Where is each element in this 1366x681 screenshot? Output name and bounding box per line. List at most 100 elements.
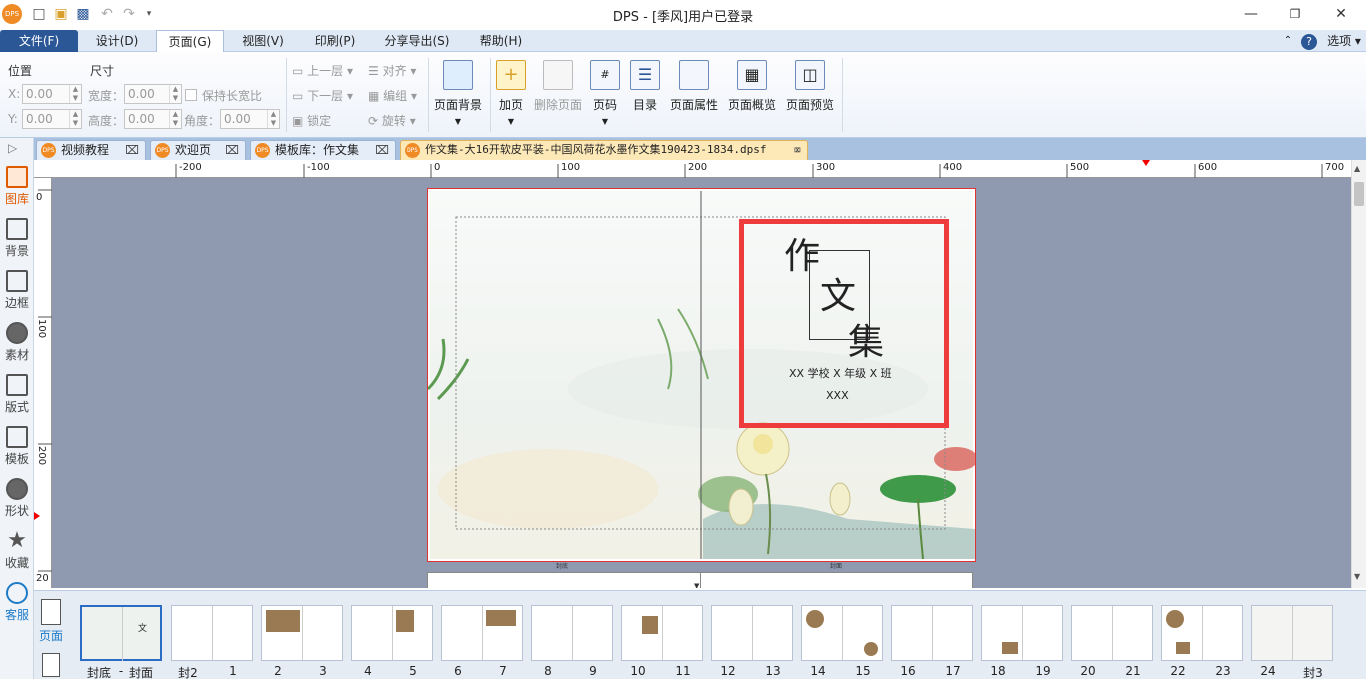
- thumbnail-page[interactable]: [621, 605, 703, 661]
- thumbnail-page[interactable]: [261, 605, 343, 661]
- toc-button[interactable]: ☰ 目录: [628, 60, 662, 113]
- page-properties-button[interactable]: 页面属性: [668, 60, 720, 113]
- thumbnail-page[interactable]: [441, 605, 523, 661]
- border-icon: [6, 270, 28, 292]
- ruler-label: 600: [1198, 162, 1218, 173]
- menu-page[interactable]: 页面(G): [156, 30, 224, 53]
- cover-spread[interactable]: 作 文 集 XX 学校 X 年级 X 班 XXX: [427, 188, 976, 562]
- sidebar-item-background[interactable]: 背景: [0, 218, 34, 259]
- width-input[interactable]: 0.00 ▲ ▼: [124, 84, 182, 104]
- thumbnail-page[interactable]: [351, 605, 433, 661]
- up-layer-button[interactable]: ▭ 上一层 ▾: [292, 62, 353, 79]
- page-preview-button[interactable]: ◫ 页面预览: [784, 60, 836, 113]
- angle-input[interactable]: 0.00 ▲ ▼: [220, 109, 280, 129]
- thumbnail-label: 封2: [178, 666, 198, 680]
- thumbnail-cover[interactable]: 文: [80, 605, 162, 661]
- delete-page-button[interactable]: 删除页面: [532, 60, 584, 113]
- width-spinner-icon[interactable]: ▲ ▼: [169, 85, 181, 103]
- tab-active-document[interactable]: DPS 作文集-大16开软皮平装-中国风荷花水墨作文集190423-1834.dp…: [400, 140, 808, 160]
- vertical-ruler: 0 100 200 20: [34, 178, 52, 588]
- lock-button[interactable]: ▣ 锁定: [292, 112, 331, 129]
- y-input[interactable]: 0.00 ▲ ▼: [22, 109, 82, 129]
- thumbnail-page[interactable]: [801, 605, 883, 661]
- sidebar-item-border[interactable]: 边框: [0, 270, 34, 311]
- page-list-tab[interactable]: [42, 653, 60, 677]
- thumbnail-page[interactable]: [1161, 605, 1243, 661]
- thumbnail-page[interactable]: [711, 605, 793, 661]
- sidebar-item-label: 客服: [4, 608, 29, 622]
- thumbnail-page[interactable]: [1071, 605, 1153, 661]
- menu-file[interactable]: 文件(F): [0, 30, 78, 52]
- add-page-button[interactable]: + 加页 ▼: [494, 60, 528, 126]
- menu-options[interactable]: 选项 ▾: [1322, 30, 1366, 52]
- page-background-button[interactable]: 页面背景 ▼: [432, 60, 484, 126]
- thumbnail-label: 15: [855, 664, 871, 678]
- menu-design[interactable]: 设计(D): [82, 30, 152, 52]
- tab-template-library[interactable]: DPS 模板库：作文集 ⌧: [250, 140, 396, 160]
- x-spinner-icon[interactable]: ▲ ▼: [69, 85, 81, 103]
- help-icon[interactable]: ?: [1300, 30, 1318, 52]
- thumbnail-label: 3: [319, 664, 327, 678]
- thumbnail-page[interactable]: [1251, 605, 1333, 661]
- ribbon: 位置 尺寸 X: 0.00 ▲ ▼ Y: 0.00 ▲ ▼ 宽度： 0.00 ▲ ▼ 高度：…: [0, 52, 1366, 138]
- group-button[interactable]: ▦ 编组 ▾: [368, 87, 417, 104]
- thumbnail-page[interactable]: [891, 605, 973, 661]
- design-canvas[interactable]: 作 文 集 XX 学校 X 年级 X 班 XXX 封底 封面 ▼: [52, 178, 1351, 588]
- thumbnail-page[interactable]: [981, 605, 1063, 661]
- page-overview-button[interactable]: ▦ 页面概览: [726, 60, 778, 113]
- next-spread[interactable]: [427, 572, 973, 588]
- thumbnail-label: 20: [1080, 664, 1096, 678]
- close-icon[interactable]: ✕: [1326, 5, 1356, 23]
- sidebar-item-label: 边框: [4, 296, 29, 310]
- height-spinner-icon[interactable]: ▲ ▼: [169, 110, 181, 128]
- page-number-button[interactable]: # 页码 ▼: [588, 60, 622, 126]
- page-properties-icon: [679, 60, 709, 90]
- page-number-dropdown-icon[interactable]: ▼: [588, 117, 622, 126]
- menu-view[interactable]: 视图(V): [228, 30, 298, 52]
- scroll-up-icon[interactable]: ▲: [1354, 164, 1360, 173]
- height-input[interactable]: 0.00 ▲ ▼: [124, 109, 182, 129]
- scroll-down-icon[interactable]: ▼: [1354, 572, 1360, 581]
- menu-share-export[interactable]: 分享导出(S): [372, 30, 462, 52]
- position-group-label: 位置: [8, 64, 33, 78]
- restore-icon[interactable]: ❐: [1280, 5, 1310, 23]
- thumbnail-label: 19: [1035, 664, 1051, 678]
- vertical-scrollbar[interactable]: ▲ ▼: [1351, 160, 1366, 588]
- sidebar-item-material[interactable]: 素材: [0, 322, 34, 363]
- tab-video-tutorial[interactable]: DPS 视频教程 ⌧: [36, 140, 146, 160]
- sidebar-item-service[interactable]: 客服: [0, 582, 34, 623]
- pages-panel-tab[interactable]: 页面: [36, 599, 66, 644]
- keep-ratio-checkbox[interactable]: [185, 89, 197, 101]
- align-button[interactable]: ☰ 对齐 ▾: [368, 62, 416, 79]
- shape-icon: [6, 478, 28, 500]
- sidebar-item-layout[interactable]: 版式: [0, 374, 34, 415]
- sidebar-item-favorites[interactable]: ★ 收藏: [0, 530, 34, 571]
- thumbnail-page[interactable]: [531, 605, 613, 661]
- x-input[interactable]: 0.00 ▲ ▼: [22, 84, 82, 104]
- menu-help[interactable]: 帮助(H): [468, 30, 534, 52]
- tab-label: 作文集-大16开软皮平装-中国风荷花水墨作文集190423-1834.dpsf: [425, 143, 767, 156]
- page-background-dropdown-icon[interactable]: ▼: [432, 117, 484, 126]
- angle-spinner-icon[interactable]: ▲ ▼: [267, 110, 279, 128]
- tab-welcome[interactable]: DPS 欢迎页 ⌧: [150, 140, 246, 160]
- close-tab-icon[interactable]: ⌧: [794, 141, 801, 159]
- thumbnail-cover-text: 文: [138, 624, 148, 634]
- y-spinner-icon[interactable]: ▲ ▼: [69, 110, 81, 128]
- splitter-arrow-icon[interactable]: ▼: [694, 582, 699, 588]
- close-tab-icon[interactable]: ⌧: [375, 141, 389, 159]
- rotate-button[interactable]: ⟳ 旋转 ▾: [368, 112, 416, 129]
- collapse-panel-icon[interactable]: ▷: [8, 141, 17, 155]
- minimize-icon[interactable]: —: [1236, 5, 1266, 23]
- add-page-dropdown-icon[interactable]: ▼: [494, 117, 528, 126]
- sidebar-item-gallery[interactable]: 图库: [0, 166, 34, 207]
- collapse-ribbon-icon[interactable]: ⌃: [1280, 30, 1296, 52]
- down-layer-button[interactable]: ▭ 下一层 ▾: [292, 87, 353, 104]
- thumbnail-page[interactable]: [171, 605, 253, 661]
- sidebar-item-shape[interactable]: 形状: [0, 478, 34, 519]
- scroll-thumb[interactable]: [1354, 182, 1364, 206]
- close-tab-icon[interactable]: ⌧: [125, 141, 139, 159]
- thumbnail-label: 16: [900, 664, 916, 678]
- close-tab-icon[interactable]: ⌧: [225, 141, 239, 159]
- menu-print[interactable]: 印刷(P): [302, 30, 368, 52]
- sidebar-item-template[interactable]: 模板: [0, 426, 34, 467]
